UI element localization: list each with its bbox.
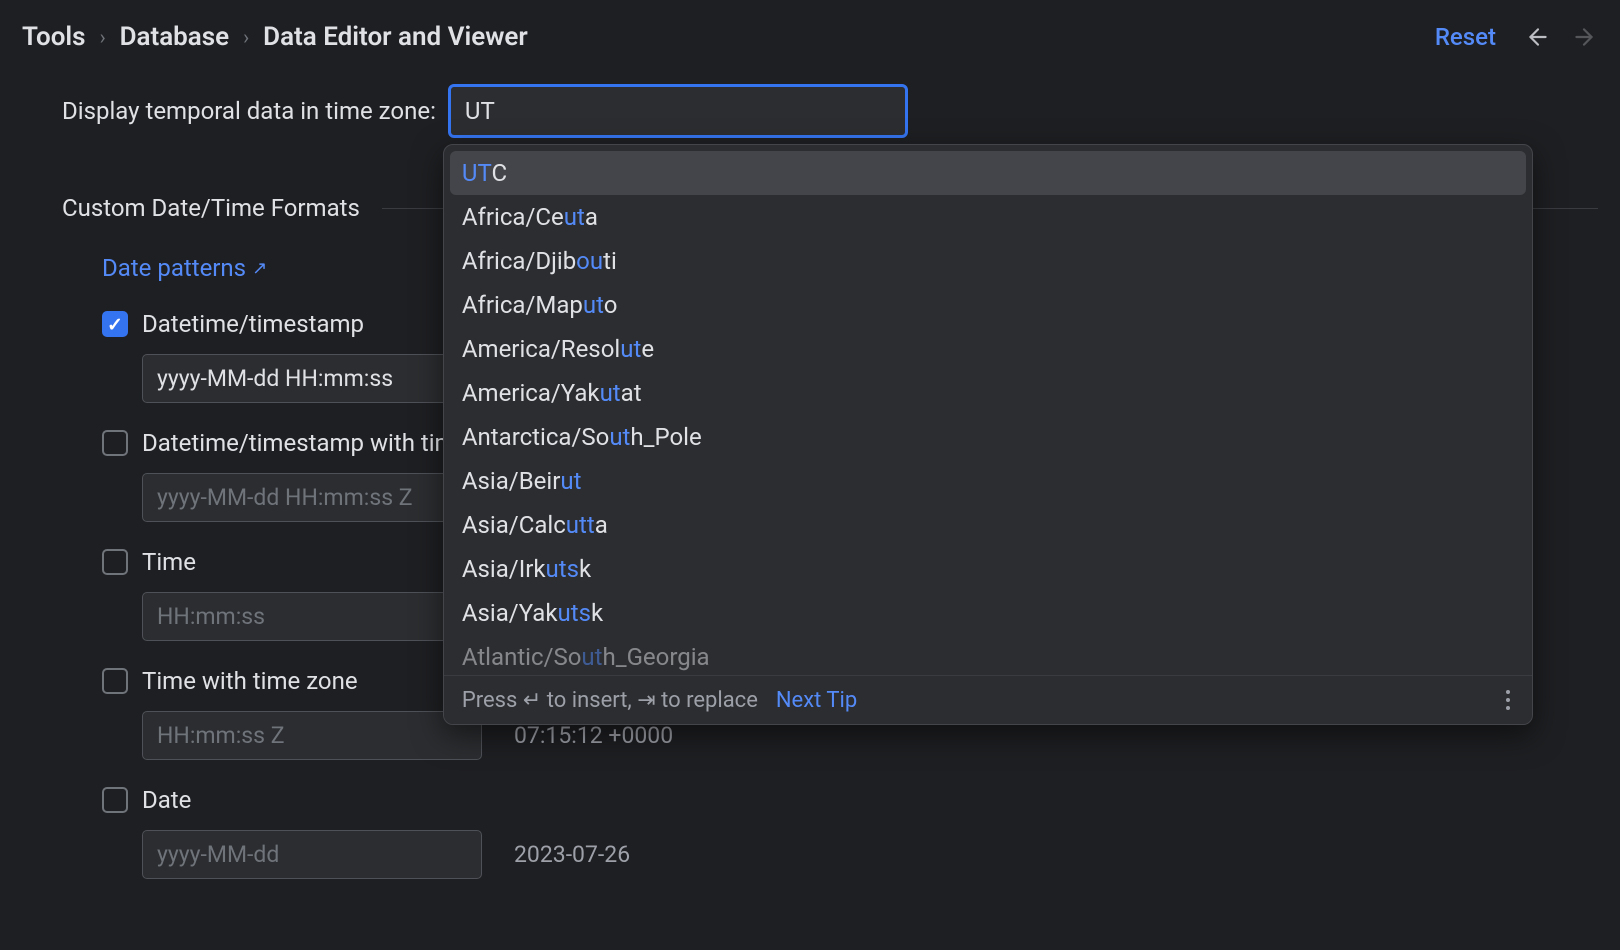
reset-button[interactable]: Reset (1435, 23, 1496, 51)
date-label[interactable]: Date (142, 786, 191, 814)
external-link-icon: ↗ (252, 258, 267, 279)
time-tz-label[interactable]: Time with time zone (142, 667, 358, 695)
time-tz-preview: 07:15:12 +0000 (514, 722, 673, 749)
dropdown-item[interactable]: Africa/Djibouti (450, 239, 1526, 283)
dropdown-item[interactable]: Africa/Ceuta (450, 195, 1526, 239)
datetime-checkbox[interactable] (102, 311, 128, 337)
date-input[interactable] (142, 830, 482, 879)
next-tip-link[interactable]: Next Tip (776, 688, 857, 713)
breadcrumb: Tools › Database › Data Editor and Viewe… (22, 22, 528, 52)
time-input[interactable] (142, 592, 482, 641)
time-checkbox[interactable] (102, 549, 128, 575)
dropdown-item[interactable]: Asia/Beirut (450, 459, 1526, 503)
section-title: Custom Date/Time Formats (62, 194, 360, 222)
more-icon[interactable] (1502, 686, 1514, 714)
dropdown-item[interactable]: Atlantic/South_Georgia (450, 635, 1526, 675)
dropdown-item[interactable]: Asia/Irkutsk (450, 547, 1526, 591)
forward-arrow-icon (1570, 23, 1598, 51)
breadcrumb-tools[interactable]: Tools (22, 22, 86, 52)
breadcrumb-data-editor[interactable]: Data Editor and Viewer (263, 22, 528, 52)
date-preview: 2023-07-26 (514, 841, 630, 868)
date-checkbox[interactable] (102, 787, 128, 813)
dropdown-item[interactable]: UTC (450, 151, 1526, 195)
time-tz-input[interactable] (142, 711, 482, 760)
time-tz-checkbox[interactable] (102, 668, 128, 694)
chevron-right-icon: › (100, 25, 106, 49)
dropdown-item[interactable]: Africa/Maputo (450, 283, 1526, 327)
dropdown-item[interactable]: Asia/Calcutta (450, 503, 1526, 547)
datetime-tz-checkbox[interactable] (102, 430, 128, 456)
timezone-dropdown: UTCAfrica/CeutaAfrica/DjiboutiAfrica/Map… (443, 144, 1533, 725)
dropdown-hint: Press ↵ to insert, ⇥ to replace (462, 688, 758, 713)
datetime-input[interactable] (142, 354, 482, 403)
chevron-right-icon: › (243, 25, 249, 49)
timezone-input[interactable] (448, 84, 908, 138)
dropdown-item[interactable]: America/Yakutat (450, 371, 1526, 415)
breadcrumb-database[interactable]: Database (120, 22, 230, 52)
date-patterns-link[interactable]: Date patterns ↗ (102, 254, 267, 282)
datetime-label[interactable]: Datetime/timestamp (142, 310, 364, 338)
datetime-tz-input[interactable] (142, 473, 482, 522)
dropdown-item[interactable]: Asia/Yakutsk (450, 591, 1526, 635)
back-arrow-icon[interactable] (1524, 23, 1552, 51)
dropdown-item[interactable]: America/Resolute (450, 327, 1526, 371)
timezone-label: Display temporal data in time zone: (62, 97, 436, 125)
dropdown-item[interactable]: Antarctica/South_Pole (450, 415, 1526, 459)
time-label[interactable]: Time (142, 548, 196, 576)
